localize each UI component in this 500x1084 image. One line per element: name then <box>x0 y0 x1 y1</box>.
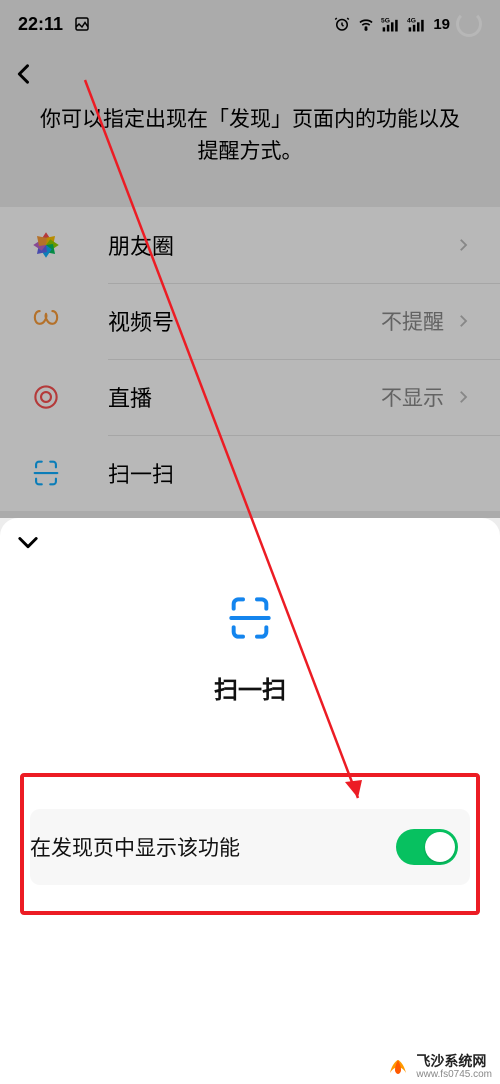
scan-icon <box>28 455 64 491</box>
list-item-label: 扫一扫 <box>108 457 472 489</box>
scan-hero-icon <box>222 590 278 646</box>
watermark-logo-icon <box>386 1055 410 1079</box>
status-time: 22:11 <box>18 14 63 35</box>
show-in-discover-row[interactable]: 在发现页中显示该功能 <box>30 809 470 885</box>
loading-spinner-icon <box>456 11 482 37</box>
live-icon <box>28 379 64 415</box>
sheet-title: 扫一扫 <box>214 670 286 705</box>
watermark: 飞沙系统网 www.fs0745.com <box>386 1054 492 1080</box>
list-item-live[interactable]: 直播 不显示 <box>0 359 500 435</box>
battery-level: 19 <box>433 16 450 33</box>
wifi-icon <box>357 15 375 33</box>
sheet-close-button[interactable] <box>14 528 42 561</box>
chevron-right-icon <box>454 236 472 254</box>
list-item-channels[interactable]: 视频号 不提醒 <box>0 283 500 359</box>
discover-settings-list: 朋友圈 视频号 不提醒 直播 不显示 扫一扫 <box>0 207 500 511</box>
annotation-highlight-box: 在发现页中显示该功能 <box>20 773 480 915</box>
moments-icon <box>28 227 64 263</box>
watermark-name: 飞沙系统网 <box>416 1054 492 1069</box>
toggle-label: 在发现页中显示该功能 <box>30 832 396 862</box>
channels-icon <box>28 303 64 339</box>
list-item-label: 直播 <box>108 381 381 413</box>
chevron-right-icon <box>454 312 472 330</box>
list-item-moments[interactable]: 朋友圈 <box>0 207 500 283</box>
signal-5g-icon: 5G <box>381 15 401 33</box>
list-item-scan[interactable]: 扫一扫 <box>0 435 500 511</box>
screenshot-icon <box>73 15 91 33</box>
show-in-discover-switch[interactable] <box>396 829 458 865</box>
signal-4g-icon: 4G <box>407 15 427 33</box>
list-item-label: 视频号 <box>108 305 381 337</box>
chevron-right-icon <box>454 388 472 406</box>
watermark-url: www.fs0745.com <box>416 1069 492 1080</box>
list-item-label: 朋友圈 <box>108 229 454 261</box>
list-item-value: 不提醒 <box>381 306 444 336</box>
nav-bar <box>0 48 500 100</box>
alarm-icon <box>333 15 351 33</box>
page-subtitle: 你可以指定出现在「发现」页面内的功能以及提醒方式。 <box>0 100 500 207</box>
status-bar: 22:11 5G 4G 19 <box>0 0 500 48</box>
list-item-value: 不显示 <box>381 382 444 412</box>
back-button[interactable] <box>10 60 38 88</box>
svg-text:4G: 4G <box>407 17 416 24</box>
bottom-sheet: 扫一扫 在发现页中显示该功能 <box>0 518 500 1084</box>
svg-text:5G: 5G <box>381 17 390 24</box>
